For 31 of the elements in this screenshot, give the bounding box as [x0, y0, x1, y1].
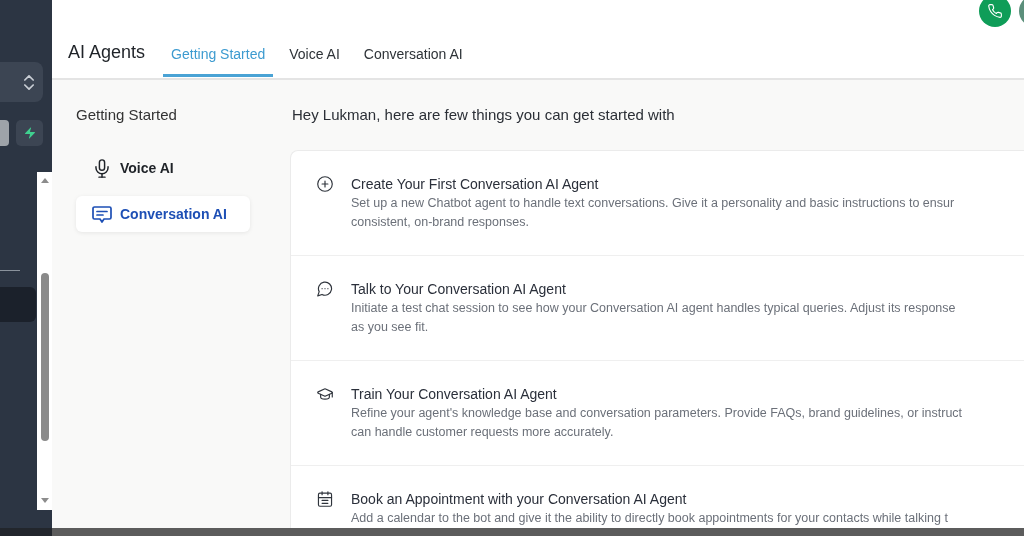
greeting-text: Hey Lukman, here are few things you can get started with	[292, 105, 676, 125]
page-title: AI Agents	[68, 42, 146, 63]
menu-heading: Getting Started	[76, 105, 178, 125]
phone-icon	[988, 4, 1002, 18]
toolbar-button[interactable]	[0, 120, 9, 146]
side-menu-item[interactable]: Voice AI	[76, 150, 250, 186]
plus-circle-icon	[317, 176, 333, 192]
step-description: Set up a new Chatbot agent to handle text conversations. Give it a personality and basic instructions to ensur consistent, on-brand responses.	[351, 195, 955, 231]
chevrons-up-down-icon	[24, 74, 34, 90]
step-title: Train Your Conversation AI Agent	[351, 385, 558, 404]
step-title: Talk to Your Conversation AI Agent	[351, 280, 567, 299]
step-title: Create Your First Conversation AI Agent	[351, 175, 600, 194]
scroll-down-icon[interactable]	[40, 498, 49, 503]
step-title: Book an Appointment with your Conversation AI Agent	[351, 490, 688, 509]
lightning-button[interactable]	[16, 120, 43, 146]
chat-bubble-icon	[92, 205, 112, 223]
phone-button[interactable]	[979, 0, 1011, 27]
dropdown-select[interactable]	[0, 62, 43, 102]
chat-dots-icon	[317, 281, 333, 297]
step-description: Add a calendar to the bot and give it the ability to directly book appointments for your contacts while talking t	[351, 510, 948, 527]
lightning-icon	[24, 127, 35, 139]
graduation-cap-icon	[317, 386, 333, 402]
scroll-up-icon[interactable]	[40, 178, 49, 183]
calendar-icon	[317, 491, 333, 507]
scrollbar-thumb[interactable]	[40, 273, 49, 441]
step-description: Initiate a test chat session to see how your Conversation AI agent handles typical queries. Adjust its response as you see fit.	[351, 300, 956, 336]
tab[interactable]: Conversation AI	[355, 27, 471, 77]
tab[interactable]: Voice AI	[281, 27, 348, 77]
side-menu-item[interactable]: Conversation AI	[76, 196, 250, 232]
microphone-icon	[95, 158, 109, 178]
step-description: Refine your agent's knowledge base and conversation parameters. Provide FAQs, brand guidelines, or instruct can handle customer requests more accurately.	[351, 405, 963, 441]
